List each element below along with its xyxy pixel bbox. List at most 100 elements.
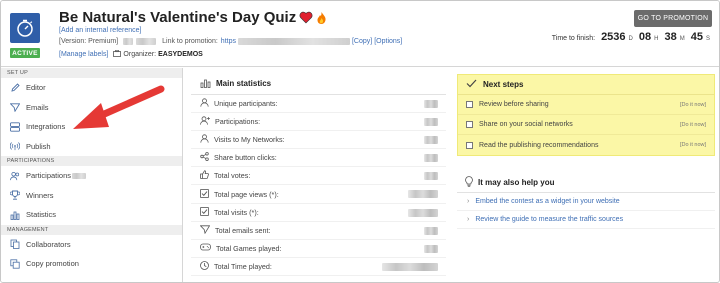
fire-icon: [316, 11, 327, 25]
sidebar-item-editor[interactable]: Editor: [1, 78, 182, 98]
page-title-text: Be Natural's Valentine's Day Quiz: [59, 9, 297, 26]
next-step-label: Review before sharing: [479, 101, 549, 108]
sidebar-item-label: Copy promotion: [26, 259, 79, 269]
app-frame: ACTIVE Be Natural's Valentine's Day Quiz…: [0, 0, 720, 283]
heart-icon: [299, 11, 313, 24]
help-link-traffic-guide[interactable]: › Review the guide to measure the traffi…: [457, 211, 715, 229]
next-step-review: Review before sharing [Do it now]: [458, 95, 714, 115]
copy-link-button[interactable]: [Copy]: [352, 38, 372, 45]
promotion-header: ACTIVE Be Natural's Valentine's Day Quiz…: [1, 1, 719, 67]
finish-seconds-unit: S: [705, 36, 710, 42]
stat-value-redacted: [424, 172, 438, 181]
stat-value-redacted: [424, 244, 438, 253]
sidebar-item-collaborators[interactable]: Collaborators: [1, 235, 182, 255]
sidebar-item-winners[interactable]: Winners: [1, 186, 182, 206]
stat-row-participations: Participations:: [191, 113, 446, 132]
sidebar-item-publish[interactable]: Publish: [1, 137, 182, 157]
stat-label: Participations:: [215, 117, 261, 127]
stat-row-emails-sent: Total emails sent:: [191, 222, 446, 240]
integrations-icon: [10, 122, 20, 132]
stat-row-total-votes: Total votes:: [191, 167, 446, 186]
stat-value-redacted: [424, 100, 438, 108]
stat-row-visits-networks: Visits to My Networks:: [191, 131, 446, 150]
sidebar-item-copy-promotion[interactable]: Copy promotion: [1, 254, 182, 274]
version-label: [Version: Premium]: [59, 38, 119, 45]
broadcast-icon: [10, 141, 20, 151]
lightbulb-icon: [465, 176, 473, 189]
next-step-checkbox[interactable]: [466, 121, 473, 128]
help-link-embed-widget[interactable]: › Embed the contest as a widget in your …: [457, 193, 715, 211]
next-steps-panel: Next steps Review before sharing [Do it …: [457, 74, 715, 156]
sidebar-item-label: Participations: [26, 171, 72, 181]
stat-value-redacted: [424, 226, 438, 235]
stat-label: Total visits (*):: [214, 207, 259, 217]
finish-minutes-unit: M: [679, 36, 685, 42]
stat-label: Visits to My Networks:: [214, 135, 285, 145]
gamepad-icon: [200, 243, 211, 253]
finish-hours: 08: [638, 31, 652, 43]
sidebar-section-management: MANAGEMENT: [1, 224, 182, 235]
pencil-icon: [10, 83, 20, 93]
collaborators-icon: [10, 239, 20, 250]
checkbox-icon: [200, 206, 209, 218]
sidebar-item-statistics[interactable]: Statistics: [1, 205, 182, 225]
bar-chart-icon: [200, 78, 211, 90]
sidebar-item-label: Integrations: [26, 122, 66, 132]
go-to-promotion-button[interactable]: GO TO PROMOTION: [634, 10, 712, 27]
stat-value-redacted: [424, 154, 438, 163]
stat-value-redacted: [408, 190, 438, 199]
stat-label: Total Time played:: [214, 261, 272, 271]
sidebar-item-integrations[interactable]: Integrations: [1, 117, 182, 137]
help-link-label: Embed the contest as a widget in your we…: [475, 198, 620, 205]
finish-hours-unit: H: [654, 36, 659, 42]
send-icon: [199, 225, 211, 236]
checkbox-icon: [200, 188, 209, 200]
promotion-logo-icon: [10, 13, 40, 43]
promotion-link[interactable]: https: [221, 38, 236, 45]
page-title: Be Natural's Valentine's Day Quiz: [59, 9, 327, 26]
sidebar-item-emails[interactable]: Emails: [1, 98, 182, 118]
link-options-button[interactable]: [Options]: [374, 38, 402, 45]
next-step-share: Share on your social networks [Do it now…: [458, 115, 714, 135]
help-panel: It may also help you › Embed the contest…: [457, 173, 715, 229]
manage-labels-link[interactable]: [Manage labels]: [59, 51, 108, 58]
stat-label: Total Games played:: [216, 243, 282, 253]
time-to-finish: Time to finish: 2536 D 08 H 38 M 45 S: [552, 31, 713, 43]
stat-label: Total emails sent:: [215, 225, 271, 235]
stat-row-page-views: Total page views (*):: [191, 185, 446, 204]
stat-label: Total page views (*):: [214, 189, 279, 199]
do-it-now-link[interactable]: [Do it now]: [680, 102, 706, 108]
next-steps-title-text: Next steps: [483, 80, 524, 89]
do-it-now-link[interactable]: [Do it now]: [680, 142, 706, 148]
next-step-publishing: Read the publishing recommendations [Do …: [458, 135, 714, 155]
next-step-checkbox[interactable]: [466, 141, 473, 149]
sidebar-item-participations[interactable]: Participations: [1, 166, 182, 186]
sidebar: SET UP Editor Emails Integrations Publis…: [1, 68, 183, 282]
thumbs-up-icon: [200, 170, 209, 181]
redacted-count: [72, 172, 87, 179]
sidebar-section-setup: SET UP: [1, 68, 182, 78]
redacted-block: [123, 38, 134, 45]
help-link-label: Review the guide to measure the traffic …: [475, 216, 624, 223]
sidebar-item-label: Winners: [26, 190, 54, 200]
status-badge: ACTIVE: [10, 48, 40, 58]
stat-label: Unique participants:: [214, 99, 278, 109]
stat-row-share-clicks: Share button clicks:: [191, 149, 446, 168]
next-step-label: Share on your social networks: [479, 121, 573, 128]
share-icon: [200, 152, 209, 163]
sidebar-item-label: Emails: [26, 102, 49, 112]
stat-row-unique-participants: Unique participants:: [191, 95, 446, 114]
sidebar-item-label: Publish: [26, 141, 51, 151]
organizer-info: Organizer: EASYDEMOS: [113, 49, 203, 59]
copy-icon: [10, 259, 20, 269]
labels-line: [Manage labels] Organizer: EASYDEMOS: [59, 49, 203, 59]
next-steps-title: Next steps: [458, 75, 714, 95]
user-icon: [200, 98, 209, 109]
add-reference-link[interactable]: [Add an internal reference]: [59, 27, 142, 34]
user-icon: [200, 134, 209, 145]
organizer-name: EASYDEMOS: [158, 51, 203, 58]
checkmark-icon: [466, 79, 477, 90]
next-step-checkbox[interactable]: [466, 101, 473, 108]
do-it-now-link[interactable]: [Do it now]: [680, 122, 706, 128]
send-icon: [10, 102, 20, 112]
